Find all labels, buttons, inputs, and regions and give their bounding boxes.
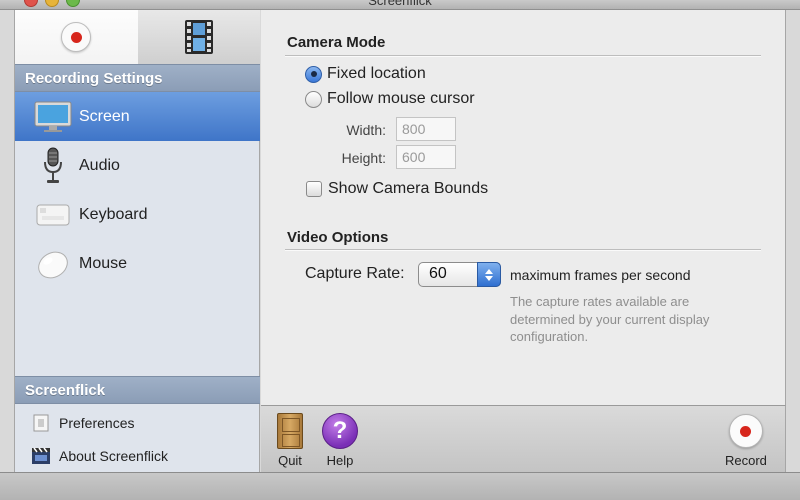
width-field[interactable] xyxy=(396,117,456,141)
sidebar-item-label: Keyboard xyxy=(79,205,148,223)
monitor-icon xyxy=(33,98,73,136)
height-label: Height: xyxy=(341,150,386,166)
sidebar-footer: Preferences About Screenflick xyxy=(15,406,260,472)
bottom-toolbar: Quit ? Help Record xyxy=(261,405,786,472)
app-window: Screenflick Recording Settings Screen Au… xyxy=(0,0,800,500)
sidebar: Recording Settings Screen Audio Keyboard… xyxy=(14,10,260,472)
preferences-icon xyxy=(31,413,51,433)
preferences-link[interactable]: Preferences xyxy=(15,406,260,439)
sidebar-item-label: Mouse xyxy=(79,254,128,272)
mouse-icon xyxy=(33,245,73,283)
sidebar-item-label: Audio xyxy=(79,156,120,174)
radio-button[interactable] xyxy=(305,90,322,108)
capture-rate-value: 60 xyxy=(429,265,447,282)
video-options-title: Video Options xyxy=(287,229,389,246)
record-label: Record xyxy=(725,453,767,468)
radio-follow-mouse[interactable]: Follow mouse cursor xyxy=(305,90,475,108)
camera-mode-title: Camera Mode xyxy=(287,34,386,51)
capture-rate-select[interactable]: 60 xyxy=(418,262,501,287)
microphone-icon xyxy=(33,147,73,185)
preferences-label: Preferences xyxy=(59,414,135,431)
sidebar-item-audio[interactable]: Audio xyxy=(15,141,260,190)
keyboard-icon xyxy=(33,196,73,234)
radio-label: Fixed location xyxy=(327,65,426,82)
radio-button-selected[interactable] xyxy=(305,65,322,83)
divider xyxy=(285,249,761,250)
sidebar-item-screen[interactable]: Screen xyxy=(15,92,260,141)
divider xyxy=(285,55,761,56)
mode-tabs xyxy=(15,10,260,64)
record-icon xyxy=(61,22,92,52)
record-button[interactable]: Record xyxy=(725,412,767,468)
height-field[interactable] xyxy=(396,145,456,169)
width-label: Width: xyxy=(346,122,386,138)
tab-record[interactable] xyxy=(15,10,138,64)
quit-button[interactable]: Quit xyxy=(277,412,303,468)
sidebar-item-keyboard[interactable]: Keyboard xyxy=(15,190,260,239)
settings-list: Screen Audio Keyboard Mouse xyxy=(15,92,260,288)
app-name-header: Screenflick xyxy=(15,376,260,404)
recording-settings-header: Recording Settings xyxy=(15,64,260,92)
help-icon: ? xyxy=(322,412,358,450)
checkbox[interactable] xyxy=(306,181,322,197)
film-clapper-icon xyxy=(31,446,51,466)
capture-rate-note: The capture rates available are determin… xyxy=(510,294,710,344)
sidebar-item-mouse[interactable]: Mouse xyxy=(15,239,260,288)
settings-panel: Camera Mode Fixed location Follow mouse … xyxy=(261,10,786,405)
record-icon xyxy=(728,412,763,450)
help-label: Help xyxy=(326,453,354,468)
help-button[interactable]: ? Help xyxy=(322,412,358,468)
select-arrows-icon xyxy=(477,262,501,287)
capture-rate-label: Capture Rate: xyxy=(305,265,405,282)
title-bar: Screenflick xyxy=(0,0,800,10)
radio-fixed-location[interactable]: Fixed location xyxy=(305,65,426,83)
door-icon xyxy=(277,412,303,450)
tab-movies[interactable] xyxy=(137,10,260,64)
sidebar-item-label: Screen xyxy=(79,107,130,125)
about-label: About Screenflick xyxy=(59,447,168,464)
window-title: Screenflick xyxy=(368,0,432,8)
quit-label: Quit xyxy=(278,453,302,468)
capture-rate-suffix: maximum frames per second xyxy=(510,267,691,283)
window-right-edge xyxy=(786,10,800,472)
film-strip-icon xyxy=(184,20,213,54)
window-bottom-bar xyxy=(0,472,800,500)
show-camera-bounds-checkbox[interactable]: Show Camera Bounds xyxy=(306,180,488,198)
checkbox-label: Show Camera Bounds xyxy=(328,180,489,197)
radio-label: Follow mouse cursor xyxy=(327,90,475,107)
about-link[interactable]: About Screenflick xyxy=(15,439,260,472)
window-left-edge xyxy=(0,10,14,472)
